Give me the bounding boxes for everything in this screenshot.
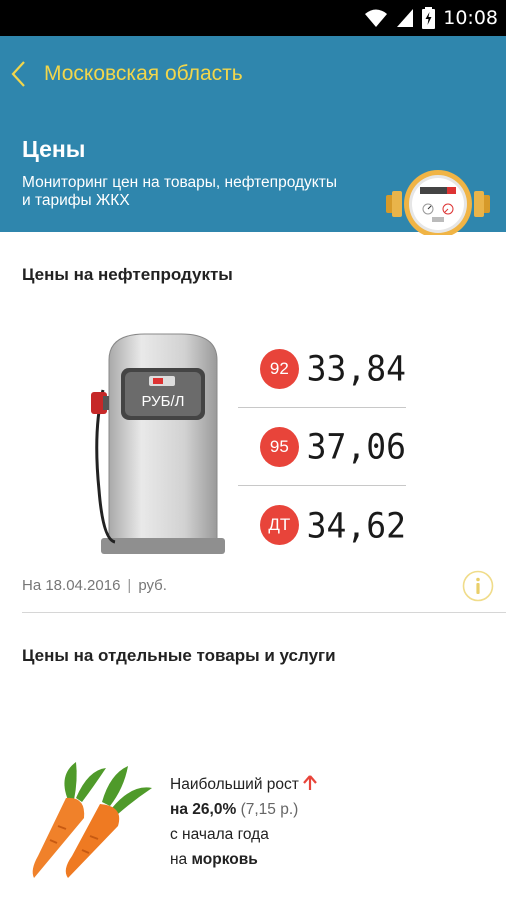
growth-line-1: Наибольший рост (170, 772, 470, 797)
page-subtitle: Мониторинг цен на товары, нефтепродукты … (22, 174, 337, 209)
separator: | (127, 577, 132, 594)
region-name: Московская область (44, 62, 243, 85)
chevron-left-icon (10, 56, 36, 92)
status-bar: 10:08 (0, 0, 506, 36)
fuel-grade-badge: ДТ (260, 505, 299, 545)
product-name: морковь (191, 851, 258, 868)
fuel-row-diesel: ДТ 34,62 (238, 486, 406, 564)
clock: 10:08 (443, 7, 498, 29)
fuel-date: На 18.04.2016 (22, 577, 121, 594)
fuel-price-list: 92 33,84 95 37,06 ДТ 34,62 (238, 330, 406, 564)
growth-label: Наибольший рост (170, 776, 299, 793)
water-meter-icon (384, 169, 492, 238)
growth-line-4: на морковь (170, 847, 470, 872)
growth-amount: (7,15 р.) (240, 801, 299, 818)
growth-line-2: на 26,0% (7,15 р.) (170, 797, 470, 822)
product-prefix: на (170, 851, 188, 868)
fuel-grade-badge: 95 (260, 426, 299, 467)
pump-unit-label: РУБ/Л (141, 393, 184, 410)
wifi-icon (365, 9, 388, 27)
fuel-price: 34,62 (306, 504, 406, 546)
goods-section-title: Цены на отдельные товары и услуги (22, 646, 336, 665)
largest-growth-block: Наибольший рост на 26,0% (7,15 р.) с нач… (170, 772, 470, 872)
arrow-up-icon (303, 775, 317, 790)
status-icons: 10:08 (364, 0, 498, 36)
back-button[interactable]: Московская область (10, 54, 243, 94)
fuel-pump-icon: РУБ/Л (85, 330, 235, 560)
fuel-date-line: На 18.04.2016 | руб. (22, 577, 167, 594)
growth-period: с начала года (170, 826, 269, 843)
fuel-unit: руб. (138, 577, 167, 594)
fuel-row-92: 92 33,84 (238, 330, 406, 408)
fuel-price: 37,06 (306, 426, 406, 467)
fuel-grade-badge: 92 (260, 348, 299, 389)
info-icon[interactable] (462, 570, 494, 602)
growth-percent: на 26,0% (170, 801, 237, 818)
section-divider (22, 612, 506, 613)
carrot-icon (28, 760, 158, 880)
fuel-row-95: 95 37,06 (238, 408, 406, 486)
signal-icon (397, 9, 414, 27)
fuel-section-title: Цены на нефтепродукты (22, 265, 233, 284)
page-title: Цены (22, 136, 86, 162)
fuel-price: 33,84 (306, 348, 406, 389)
battery-icon (422, 7, 436, 29)
